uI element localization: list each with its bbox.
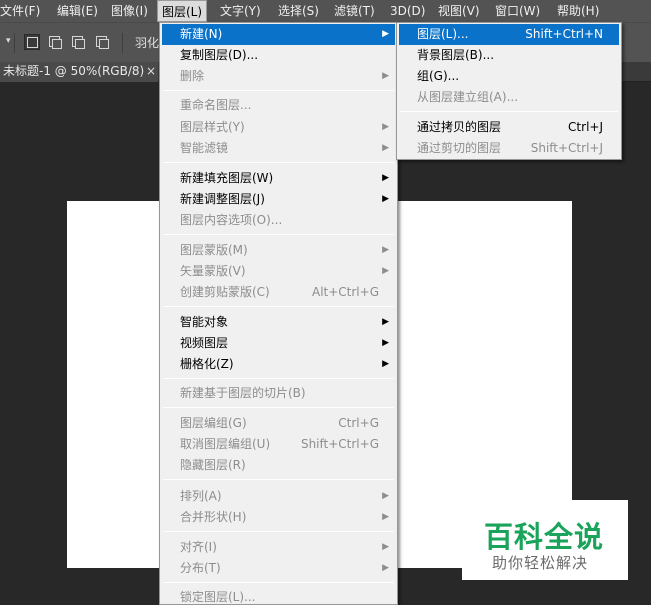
submenu-arrow-icon: ▶ (382, 266, 389, 276)
menu-item-new-fill-layer[interactable]: 新建填充图层(W) ▶ (162, 168, 395, 189)
submenu-arrow-icon: ▶ (382, 194, 389, 204)
menu-item-hide-layers: 隐藏图层(R) (180, 458, 246, 472)
menu-item-delete: 删除 ▶ (162, 66, 395, 87)
menu-divider (400, 111, 618, 112)
submenu-arrow-icon: ▶ (382, 173, 389, 183)
menu-item-new-layer-based-slice: 新建基于图层的切片(B) (180, 386, 306, 400)
menu-item-combine-shapes: 合并形状(H) ▶ (162, 507, 395, 528)
document-tab-title: 未标题-1 @ 50%(RGB/8) (3, 64, 145, 78)
menu-item-create-clipping-mask: 创建剪贴蒙版(C) Alt+Ctrl+G (162, 282, 395, 303)
close-tab-icon[interactable]: × (146, 62, 156, 81)
shortcut-label: Ctrl+G (338, 416, 379, 430)
menu-view[interactable]: 视图(V) (438, 0, 480, 22)
menu-help[interactable]: 帮助(H) (557, 0, 599, 22)
menu-item-rename-layer: 重命名图层... (180, 98, 252, 112)
submenu-item-group-from-layers: 从图层建立组(A)... (417, 90, 519, 104)
feather-label: 羽化 (135, 36, 160, 50)
menu-item-duplicate-layer[interactable]: 复制图层(D)... (162, 45, 395, 66)
layer-menu: 新建(N) ▶ 复制图层(D)... 删除 ▶ 重命名图层... 图层样式(Y) ▶ … (159, 22, 398, 605)
new-submenu: 图层(L)... Shift+Ctrl+N 背景图层(B)... 组(G)... … (396, 22, 622, 160)
submenu-arrow-icon: ▶ (382, 512, 389, 522)
menu-item-group-layers: 图层编组(G) Ctrl+G (162, 413, 395, 434)
menu-item-video-layer[interactable]: 视频图层 ▶ (162, 333, 395, 354)
menu-divider (163, 582, 394, 583)
submenu-item-layer-via-cut: 通过剪切的图层 Shift+Ctrl+J (399, 138, 619, 159)
menu-layer[interactable]: 图层(L) (157, 0, 208, 22)
menu-image[interactable]: 图像(I) (111, 0, 148, 22)
menu-divider (163, 234, 394, 235)
menu-edit[interactable]: 编辑(E) (57, 0, 98, 22)
tool-preset-chevron-icon[interactable]: ▾ (6, 36, 11, 46)
document-tab[interactable]: 未标题-1 @ 50%(RGB/8) × (0, 62, 158, 82)
menu-window[interactable]: 窗口(W) (495, 0, 540, 22)
submenu-arrow-icon: ▶ (382, 245, 389, 255)
menu-item-align: 对齐(I) ▶ (162, 537, 395, 558)
menu-divider (163, 378, 394, 379)
submenu-arrow-icon: ▶ (382, 542, 389, 552)
menu-item-distribute: 分布(T) ▶ (162, 558, 395, 579)
submenu-arrow-icon: ▶ (382, 122, 389, 132)
menu-item-layer-mask: 图层蒙版(M) ▶ (162, 240, 395, 261)
menu-divider (163, 407, 394, 408)
submenu-arrow-icon: ▶ (382, 71, 389, 81)
submenu-arrow-icon: ▶ (382, 143, 389, 153)
menu-divider (163, 162, 394, 163)
menu-item-new-adjustment-layer[interactable]: 新建调整图层(J) ▶ (162, 189, 395, 210)
menu-bar: 文件(F) 编辑(E) 图像(I) 图层(L) 文字(Y) 选择(S) 滤镜(T… (0, 0, 651, 22)
menu-item-rasterize[interactable]: 栅格化(Z) ▶ (162, 354, 395, 375)
menu-file[interactable]: 文件(F) (0, 0, 40, 22)
menu-item-smart-object[interactable]: 智能对象 ▶ (162, 312, 395, 333)
subtract-from-selection-icon[interactable] (70, 34, 86, 50)
menu-3d[interactable]: 3D(D) (390, 0, 425, 22)
submenu-arrow-icon: ▶ (382, 29, 389, 39)
submenu-arrow-icon: ▶ (382, 317, 389, 327)
new-selection-icon[interactable] (24, 34, 40, 50)
shortcut-label: Ctrl+J (568, 120, 603, 134)
submenu-arrow-icon: ▶ (382, 338, 389, 348)
shortcut-label: Alt+Ctrl+G (311, 285, 379, 299)
submenu-arrow-icon: ▶ (382, 491, 389, 501)
menu-select[interactable]: 选择(S) (278, 0, 319, 22)
menu-divider (163, 531, 394, 532)
shortcut-label: Shift+Ctrl+J (530, 141, 603, 155)
menu-filter[interactable]: 滤镜(T) (334, 0, 375, 22)
shortcut-label: Shift+Ctrl+N (525, 27, 603, 41)
menu-item-smart-filter: 智能滤镜 ▶ (162, 138, 395, 159)
menu-item-layer-style: 图层样式(Y) ▶ (162, 117, 395, 138)
submenu-arrow-icon: ▶ (382, 359, 389, 369)
submenu-item-layer[interactable]: 图层(L)... Shift+Ctrl+N (399, 24, 619, 45)
menu-item-arrange: 排列(A) ▶ (162, 486, 395, 507)
menu-divider (163, 306, 394, 307)
intersect-selection-icon[interactable] (94, 34, 110, 50)
menu-item-new[interactable]: 新建(N) ▶ (162, 24, 395, 45)
menu-item-layer-content-options: 图层内容选项(O)... (180, 213, 283, 227)
submenu-item-group[interactable]: 组(G)... (399, 66, 619, 87)
menu-item-vector-mask: 矢量蒙版(V) ▶ (162, 261, 395, 282)
menu-divider (163, 479, 394, 480)
options-divider (122, 33, 123, 53)
menu-item-ungroup-layers: 取消图层编组(U) Shift+Ctrl+G (162, 434, 395, 455)
shortcut-label: Shift+Ctrl+G (300, 437, 379, 451)
watermark-subtitle: 助你轻松解决 (492, 554, 589, 572)
menu-item-lock-layers: 锁定图层(L)... (180, 590, 256, 604)
submenu-item-background-layer[interactable]: 背景图层(B)... (399, 45, 619, 66)
submenu-arrow-icon: ▶ (382, 563, 389, 573)
watermark-title: 百科全说 (484, 520, 605, 554)
menu-type[interactable]: 文字(Y) (220, 0, 261, 22)
submenu-item-layer-via-copy[interactable]: 通过拷贝的图层 Ctrl+J (399, 117, 619, 138)
menu-divider (163, 90, 394, 91)
watermark-logo: 百科全说 助你轻松解决 (462, 500, 628, 580)
options-divider (14, 33, 15, 53)
add-to-selection-icon[interactable] (47, 34, 63, 50)
